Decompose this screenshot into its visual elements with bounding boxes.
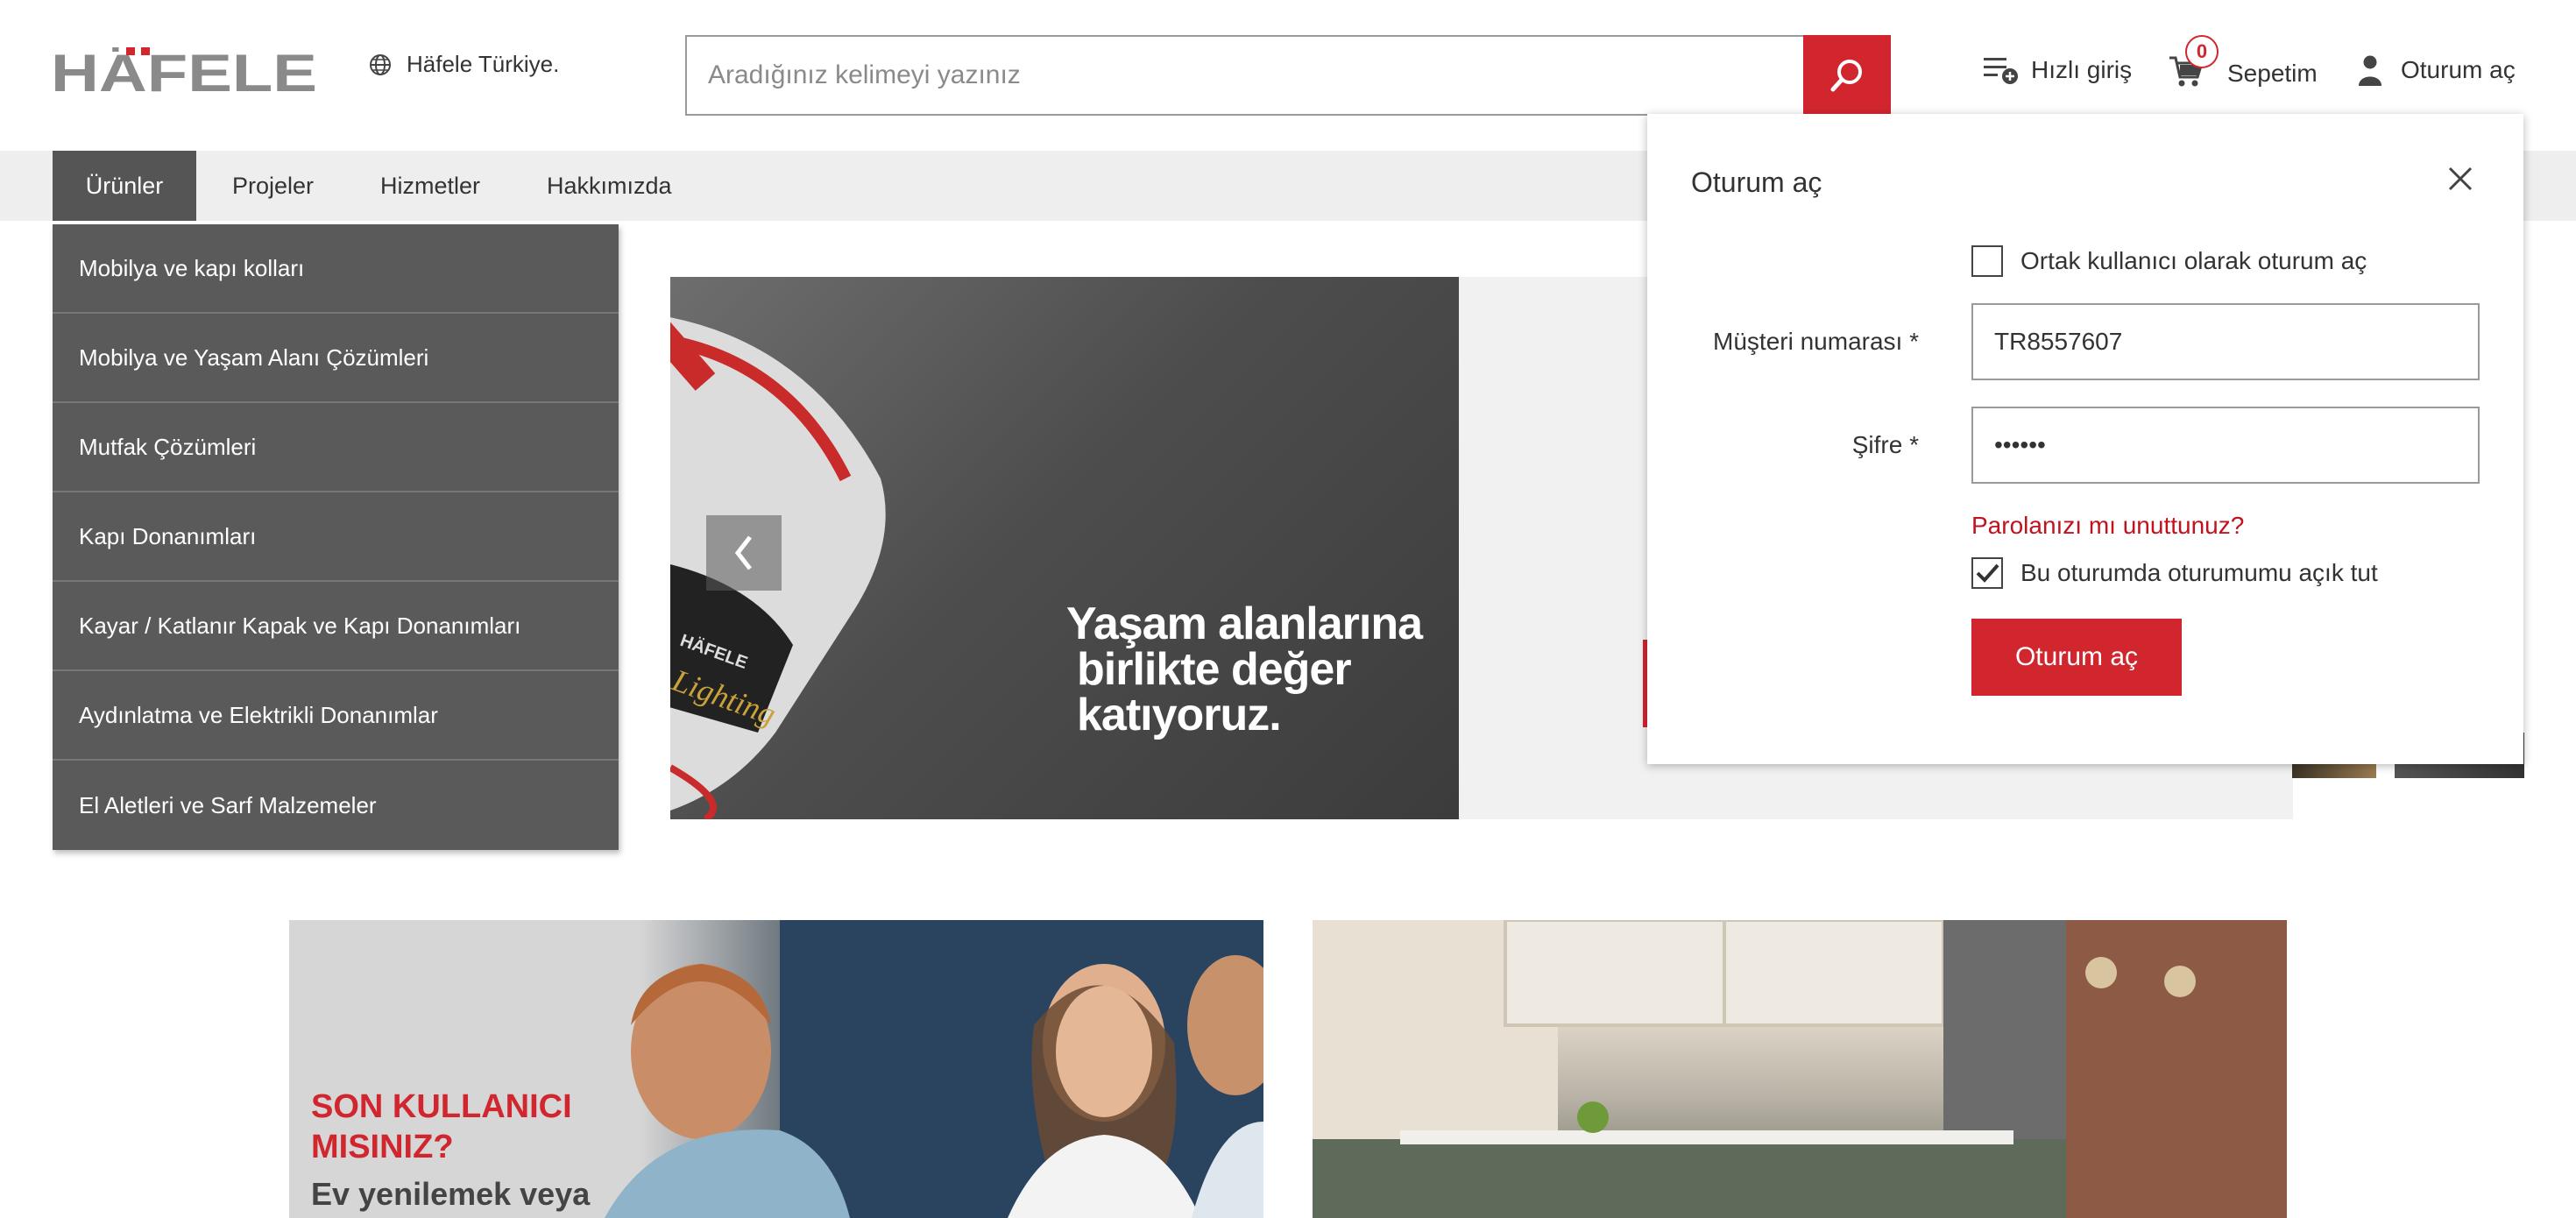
chevron-left-icon	[734, 535, 752, 570]
login-title: Oturum aç	[1691, 166, 1822, 198]
hero-line-3: katıyoruz.	[1077, 690, 1282, 740]
login-popup: Oturum aç Ortak kullanıcı olarak oturum …	[1647, 114, 2523, 764]
quick-order-icon	[1984, 58, 2018, 84]
kitchen-photo	[1313, 920, 2287, 1218]
shared-user-checkbox[interactable]	[1971, 245, 2003, 277]
hero-headline: Yaşam alanlarına birlikte değer katıyoru…	[1066, 598, 1423, 740]
nav-products[interactable]: Ürünler	[53, 151, 196, 221]
menu-item-kitchen[interactable]: Mutfak Çözümleri	[53, 403, 619, 492]
menu-item-door-hardware[interactable]: Kapı Donanımları	[53, 492, 619, 582]
menu-item-lighting[interactable]: Aydınlatma ve Elektrikli Donanımlar	[53, 671, 619, 761]
keep-signed-in-label: Bu oturumda oturumumu açık tut	[2020, 559, 2378, 586]
search-button[interactable]	[1803, 35, 1891, 116]
hero-line-2: birlikte değer	[1077, 644, 1352, 695]
promo-subtitle: Ev yenilemek veya	[311, 1176, 591, 1212]
close-button[interactable]	[2445, 163, 2476, 195]
password-label: Şifre *	[1851, 431, 1919, 458]
search-input[interactable]	[687, 37, 1803, 114]
menu-item-furniture-handles[interactable]: Mobilya ve kapı kolları	[53, 224, 619, 314]
promo-card-end-user[interactable]: SON KULLANICI MISINIZ? Ev yenilemek veya	[289, 920, 1263, 1218]
user-icon	[2359, 55, 2381, 86]
hero-prev-button[interactable]	[706, 515, 782, 591]
menu-item-furniture-living[interactable]: Mobilya ve Yaşam Alanı Çözümleri	[53, 314, 619, 403]
hero-product-image: HÄFELE Lighting	[670, 317, 886, 819]
promo-title: SON KULLANICI MISINIZ?	[311, 1088, 572, 1165]
cart-count-badge: 0	[2185, 35, 2219, 68]
products-mega-menu: Mobilya ve kapı kolları Mobilya ve Yaşam…	[53, 224, 619, 850]
nav-services[interactable]: Hizmetler	[380, 151, 480, 221]
cart-label: Sepetim	[2227, 60, 2318, 87]
nav-projects[interactable]: Projeler	[232, 151, 314, 221]
password-field[interactable]	[1971, 407, 2480, 484]
signin-link[interactable]: Oturum aç	[2357, 54, 2516, 86]
nav-about[interactable]: Hakkımızda	[547, 151, 672, 221]
logo-text: HÄFELE	[51, 47, 317, 96]
customer-number-field[interactable]	[1971, 303, 2480, 380]
hero-line-1: Yaşam alanlarına	[1066, 598, 1423, 649]
menu-item-sliding-folding[interactable]: Kayar / Katlanır Kapak ve Kapı Donanımla…	[53, 582, 619, 671]
cart-link[interactable]: 0 Sepetim	[2168, 35, 2318, 93]
forgot-password-link[interactable]: Parolanızı mı unuttunuz?	[1971, 512, 2244, 540]
globe-icon	[370, 53, 391, 75]
hero-banner[interactable]: HÄFELE Lighting Yaşam alanlarına birlikt…	[670, 277, 1459, 819]
promo-text: SON KULLANICI MISINIZ? Ev yenilemek veya	[311, 1087, 609, 1213]
locale-selector[interactable]: Häfele Türkiye.	[368, 51, 559, 78]
hafele-logo[interactable]: HÄFELE	[51, 44, 317, 103]
login-submit-button[interactable]: Oturum aç	[1971, 619, 2182, 696]
locale-label: Häfele Türkiye.	[407, 51, 560, 77]
search-bar	[685, 35, 1891, 116]
menu-item-tools[interactable]: El Aletleri ve Sarf Malzemeler	[53, 761, 619, 850]
promo-card-kitchen[interactable]	[1313, 920, 2287, 1218]
quick-login-link[interactable]: Hızlı giriş	[1982, 54, 2132, 86]
search-icon	[1830, 60, 1862, 92]
customer-number-label: Müşteri numarası *	[1713, 328, 1919, 355]
quick-login-label: Hızlı giriş	[2031, 56, 2133, 83]
shared-user-label: Ortak kullanıcı olarak oturum aç	[2020, 247, 2367, 274]
checkmark-icon	[1976, 563, 1999, 583]
close-icon	[2448, 166, 2473, 191]
keep-signed-in-checkbox[interactable]	[1971, 557, 2003, 589]
signin-label: Oturum aç	[2401, 56, 2516, 83]
